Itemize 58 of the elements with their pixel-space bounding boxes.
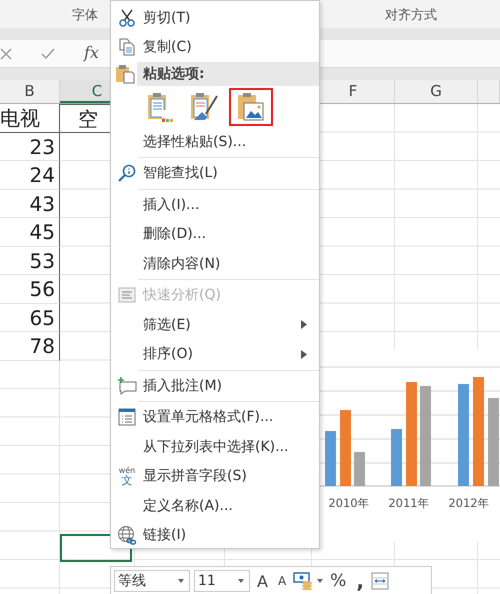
- menu-item[interactable]: 删除(D)...: [111, 220, 319, 249]
- dropdown-caret-icon[interactable]: [317, 579, 324, 583]
- ribbon-group-label: 字体: [72, 7, 98, 24]
- axis-label: 2012年: [448, 496, 490, 511]
- insert-function-button[interactable]: fx: [84, 43, 99, 62]
- format-cells-icon: [118, 408, 136, 426]
- clipboard-icon: [115, 64, 135, 84]
- chart-bar: [391, 429, 402, 486]
- column-header[interactable]: G: [395, 80, 478, 103]
- table-cell: 43: [0, 190, 60, 218]
- menu-item[interactable]: 清除内容(N): [111, 249, 319, 278]
- table-cell: 电视: [0, 104, 60, 132]
- column-width-icon[interactable]: [370, 572, 389, 590]
- menu-item[interactable]: 从下拉列表中选择(K)...: [111, 432, 319, 462]
- ribbon-group-label: 对齐方式: [385, 7, 437, 24]
- menu-item[interactable]: 筛选(E): [111, 310, 319, 340]
- chart-bar: [354, 452, 365, 486]
- menu-item[interactable]: 插入(I)...: [111, 190, 319, 220]
- table-cell: 56: [0, 275, 60, 304]
- axis-label: 2011年: [388, 496, 430, 511]
- menu-item[interactable]: 复制(C): [111, 32, 319, 62]
- increase-font-size-button[interactable]: A: [254, 572, 271, 590]
- table-cell: 24: [0, 161, 60, 190]
- comment-icon: [117, 376, 137, 395]
- paste-formatting-icon: [190, 92, 218, 122]
- paste-picture-icon: [237, 92, 265, 122]
- currency-format-icon[interactable]: [293, 572, 314, 590]
- table-cell: 53: [0, 246, 60, 275]
- menu-item[interactable]: 插入批注(M): [111, 371, 319, 400]
- paste-option-button[interactable]: [229, 88, 273, 126]
- table-cell: 45: [0, 218, 60, 246]
- quick-analysis-icon: [118, 287, 136, 304]
- table-cell: 65: [0, 304, 60, 332]
- menu-item[interactable]: 智能查找(L): [111, 158, 319, 188]
- search-icon: [118, 164, 136, 182]
- scissors-icon: [119, 8, 135, 27]
- table-cell: 23: [0, 132, 60, 161]
- menu-item[interactable]: 剪切(T): [111, 3, 319, 32]
- percent-style-button[interactable]: %: [327, 571, 350, 591]
- dropdown-caret-icon: [238, 579, 244, 583]
- dropdown-caret-icon: [178, 579, 184, 583]
- copy-icon: [119, 38, 135, 56]
- comma-style-button[interactable]: ,: [353, 569, 367, 593]
- globe-link-icon: [117, 525, 137, 546]
- font-size-field[interactable]: 11: [194, 570, 250, 592]
- menu-item[interactable]: 排序(O): [111, 340, 319, 369]
- menu-item[interactable]: 设置单元格格式(F)...: [111, 402, 319, 432]
- menu-item[interactable]: 链接(I): [111, 520, 319, 550]
- decrease-font-size-button[interactable]: A: [274, 574, 290, 588]
- phonetic-icon: wén 文: [118, 466, 136, 486]
- paste-values-icon: [147, 92, 173, 122]
- chart-bar: [325, 431, 336, 486]
- check-icon[interactable]: [41, 48, 55, 60]
- table-cell: 78: [0, 332, 60, 360]
- font-name-field[interactable]: 等线: [114, 570, 190, 592]
- cancel-icon[interactable]: [0, 48, 12, 60]
- menu-item[interactable]: 定义名称(A)...: [111, 491, 319, 520]
- axis-label: 2010年: [328, 496, 370, 511]
